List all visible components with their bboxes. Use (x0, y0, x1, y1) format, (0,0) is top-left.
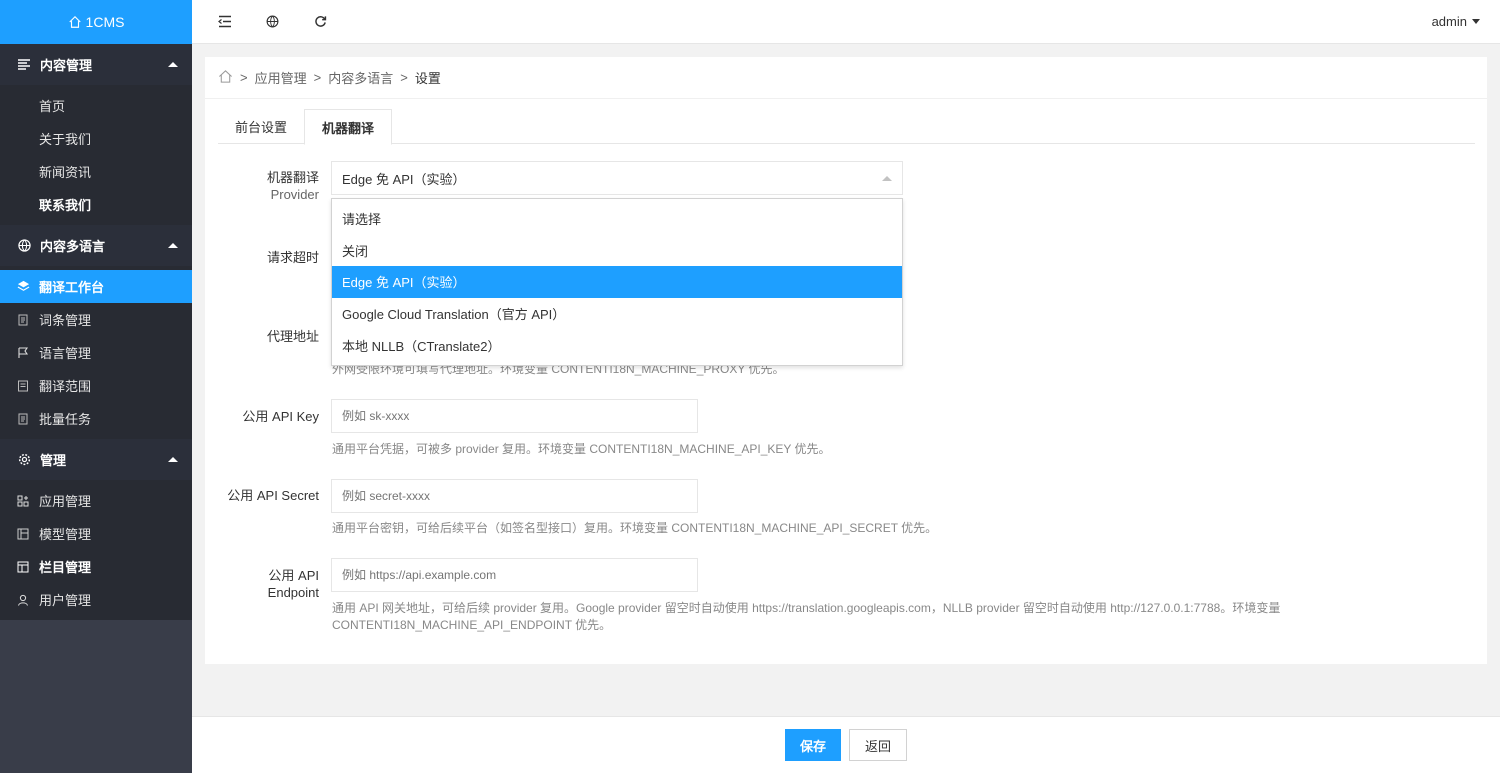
sidebar-item-workbench[interactable]: 翻译工作台 (0, 270, 192, 303)
logo-text: 1CMS (85, 14, 125, 30)
sidebar-item-contact[interactable]: 联系我们 (0, 188, 192, 221)
user-icon (16, 593, 30, 607)
document-icon (16, 313, 30, 327)
sidebar-item-label: 语言管理 (39, 346, 92, 361)
caret-up-icon (882, 176, 892, 181)
sidebar-item-terms[interactable]: 词条管理 (0, 303, 192, 336)
model-icon (16, 527, 30, 541)
sidebar-item-news[interactable]: 新闻资讯 (0, 155, 192, 188)
api-secret-label: 公用 API Secret (227, 488, 319, 503)
sidebar-group-admin[interactable]: 管理 (0, 439, 192, 480)
api-endpoint-hint: 通用 API 网关地址，可给后续 provider 复用。Google prov… (332, 601, 1281, 632)
provider-label: 机器翻译 Provider (266, 170, 319, 202)
sidebar-item-scope[interactable]: 翻译范围 (0, 369, 192, 402)
sidebar-item-batch[interactable]: 批量任务 (0, 402, 192, 435)
sidebar-group-content-items: 首页 关于我们 新闻资讯 联系我们 (0, 85, 192, 225)
sidebar-item-label: 应用管理 (39, 494, 92, 509)
sidebar-item-label: 栏目管理 (39, 560, 92, 575)
sidebar-item-label: 词条管理 (39, 313, 92, 328)
top-header: admin (192, 0, 1500, 44)
settings-card: > 应用管理 > 内容多语言 > 设置 前台设置 机器翻译 机器翻译 Provi… (205, 57, 1487, 664)
provider-select[interactable]: Edge 免 API（实验） (331, 161, 903, 195)
username: admin (1431, 14, 1467, 29)
apps-icon (16, 494, 30, 508)
api-endpoint-input[interactable] (331, 558, 698, 592)
globe-icon[interactable] (248, 0, 296, 44)
sidebar-group-content[interactable]: 内容管理 (0, 44, 192, 85)
user-menu[interactable]: admin (1432, 14, 1480, 29)
tab-bar: 前台设置 机器翻译 (218, 109, 1475, 145)
proxy-label: 代理地址 (266, 329, 319, 344)
sidebar-item-label: 翻译工作台 (39, 280, 105, 295)
provider-option[interactable]: 本地 NLLB（CTranslate2） (332, 329, 902, 361)
sidebar-group-i18n-items: 翻译工作台 词条管理 语言管理 翻译范围 批量任务 (0, 266, 192, 439)
sidebar-group-label: 管理 (40, 453, 67, 468)
api-endpoint-label: 公用 API Endpoint (267, 568, 319, 600)
sidebar-item-users[interactable]: 用户管理 (0, 583, 192, 616)
list-icon (16, 57, 32, 73)
home-icon (68, 15, 81, 28)
sidebar-item-home[interactable]: 首页 (0, 89, 192, 122)
provider-dropdown: 请选择 关闭 Edge 免 API（实验） Google Cloud Trans… (331, 198, 903, 366)
sidebar-group-i18n[interactable]: 内容多语言 (0, 225, 192, 266)
sidebar-item-apps[interactable]: 应用管理 (0, 484, 192, 517)
breadcrumb-item[interactable]: 内容多语言 (328, 68, 393, 87)
sidebar-item-languages[interactable]: 语言管理 (0, 336, 192, 369)
save-button[interactable]: 保存 (784, 729, 841, 761)
breadcrumb-item[interactable]: 应用管理 (255, 68, 307, 87)
form-footer: 保存 返回 (192, 716, 1500, 773)
sidebar-item-label: 模型管理 (39, 527, 92, 542)
home-icon[interactable] (218, 69, 233, 87)
caret-up-icon (168, 243, 178, 248)
sidebar-item-models[interactable]: 模型管理 (0, 517, 192, 550)
provider-option[interactable]: Google Cloud Translation（官方 API） (332, 298, 902, 330)
caret-up-icon (168, 62, 178, 67)
api-secret-input[interactable] (331, 479, 698, 513)
sidebar-item-label: 用户管理 (39, 593, 92, 608)
api-key-hint: 通用平台凭据，可被多 provider 复用。环境变量 CONTENTI18N_… (332, 442, 831, 456)
logo[interactable]: 1CMS (0, 0, 192, 44)
sidebar-group-label: 内容管理 (40, 58, 93, 73)
refresh-icon[interactable] (296, 0, 344, 44)
provider-option[interactable]: 请选择 (332, 203, 902, 235)
sidebar-item-label: 翻译范围 (39, 379, 92, 394)
provider-option-selected[interactable]: Edge 免 API（实验） (332, 266, 902, 298)
sidebar-group-admin-items: 应用管理 模型管理 栏目管理 用户管理 (0, 480, 192, 620)
api-key-input[interactable] (331, 399, 698, 433)
breadcrumb-separator: > (313, 70, 322, 85)
tab-machine-translation[interactable]: 机器翻译 (304, 109, 393, 145)
globe-icon (16, 238, 32, 254)
breadcrumb-separator: > (240, 70, 248, 85)
sidebar-group-label: 内容多语言 (40, 239, 106, 254)
back-button[interactable]: 返回 (849, 729, 908, 761)
layers-icon (16, 280, 30, 294)
caret-up-icon (168, 457, 178, 462)
tab-frontend-settings[interactable]: 前台设置 (218, 109, 304, 144)
sidebar-item-label: 批量任务 (39, 412, 92, 427)
sidebar: 1CMS 内容管理 首页 关于我们 新闻资讯 联系我们 内容多语言 翻译工作台 … (0, 0, 192, 773)
sidebar-item-columns[interactable]: 栏目管理 (0, 550, 192, 583)
provider-option[interactable]: 关闭 (332, 235, 902, 267)
breadcrumb-separator: > (400, 70, 408, 85)
sidebar-item-about[interactable]: 关于我们 (0, 122, 192, 155)
provider-select-value: Edge 免 API（实验） (342, 171, 466, 187)
menu-toggle-icon[interactable] (202, 0, 248, 44)
document-icon (16, 412, 30, 426)
timeout-label: 请求超时 (266, 250, 319, 265)
api-secret-hint: 通用平台密钥，可给后续平台（如签名型接口）复用。环境变量 CONTENTI18N… (332, 521, 938, 535)
gear-icon (16, 452, 32, 468)
form-icon (16, 379, 30, 393)
breadcrumb-current: 设置 (414, 71, 441, 86)
flag-icon (16, 346, 30, 360)
caret-down-icon (1472, 19, 1480, 24)
columns-icon (16, 560, 30, 574)
api-key-label: 公用 API Key (242, 409, 319, 424)
breadcrumb: > 应用管理 > 内容多语言 > 设置 (205, 57, 1487, 99)
